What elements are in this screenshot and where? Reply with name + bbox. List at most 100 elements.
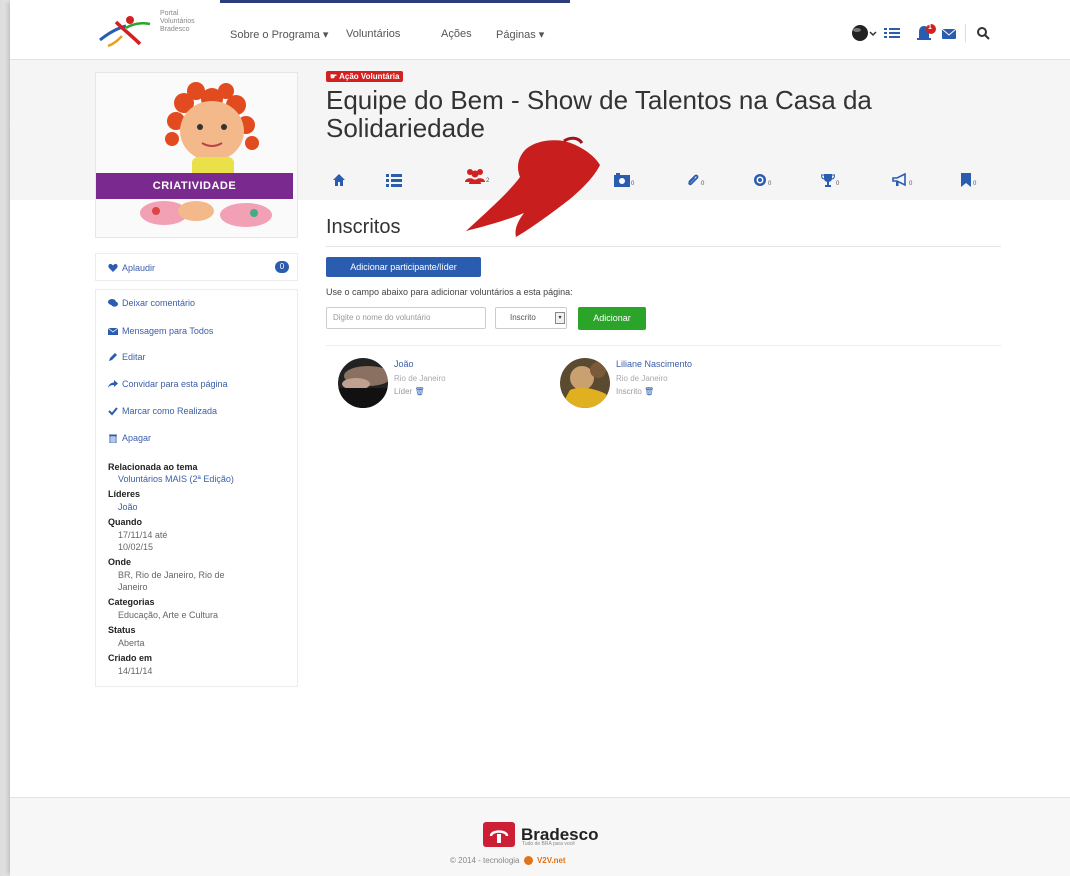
paperclip-icon xyxy=(688,174,699,186)
check-icon xyxy=(108,407,118,416)
action-edit[interactable]: Editar xyxy=(108,352,146,362)
home-icon xyxy=(333,174,345,186)
action-message-all[interactable]: Mensagem para Todos xyxy=(108,326,213,336)
member-role: Líder 🗑 xyxy=(394,387,425,396)
meta-categories-value: Educação, Arte e Cultura xyxy=(118,610,219,620)
page-type-badge: ☛ Ação Voluntária xyxy=(326,71,404,82)
meta-created-label: Criado em xyxy=(108,653,153,663)
comments-icon xyxy=(108,299,118,307)
tab-count: 0 xyxy=(631,181,635,187)
search-icon[interactable] xyxy=(965,24,990,42)
messages-envelope-icon[interactable] xyxy=(942,24,958,42)
meta-when-end: 10/02/15 xyxy=(118,542,154,552)
page-info-panel: Deixar comentário Mensagem para Todos Ed… xyxy=(95,289,298,687)
notification-count: 1 xyxy=(928,24,932,31)
page-cover-image: CRIATIVIDADE xyxy=(95,72,298,238)
pointing-hand-annotation xyxy=(466,136,600,237)
member-role: Inscrito 🗑 xyxy=(616,387,655,396)
cover-category-label: CRIATIVIDADE xyxy=(96,173,293,199)
applaud-count-badge: 0 xyxy=(275,261,289,273)
page-title: Equipe do Bem - Show de Talentos na Casa… xyxy=(326,85,872,143)
member-name[interactable]: João xyxy=(394,359,414,369)
megaphone-icon xyxy=(892,173,906,187)
member-city: Rio de Janeiro xyxy=(616,374,668,383)
browser-page: Portal Voluntários Bradesco Sobre o Prog… xyxy=(10,0,1070,876)
tab-count: 0 xyxy=(701,181,705,187)
member-name[interactable]: Liliane Nascimento xyxy=(616,359,692,369)
trash-icon[interactable]: 🗑 xyxy=(644,387,654,396)
meta-related-link[interactable]: Voluntários MAIS (2ª Edição) xyxy=(118,474,234,485)
bradesco-tagline: Tudo de BRA para você xyxy=(522,841,575,847)
meta-where-line1: BR, Rio de Janeiro, Rio de xyxy=(118,570,225,580)
action-mark-done[interactable]: Marcar como Realizada xyxy=(108,406,217,416)
meta-when-label: Quando xyxy=(108,517,142,527)
add-volunteer-help-text: Use o campo abaixo para adicionar volunt… xyxy=(326,287,573,297)
top-navbar: Portal Voluntários Bradesco Sobre o Prog… xyxy=(10,0,1070,60)
trash-icon[interactable]: 🗑 xyxy=(414,387,424,396)
meta-leader-link[interactable]: João xyxy=(118,502,138,513)
member-card: Liliane Nascimento Rio de Janeiro Inscri… xyxy=(560,358,780,408)
nav-paginas[interactable]: Páginas ▾ xyxy=(496,28,544,41)
tab-announcements[interactable]: 0 xyxy=(892,167,912,187)
meta-created-value: 14/11/14 xyxy=(118,666,153,676)
applaud-label: Aplaudir xyxy=(122,263,156,273)
avatar[interactable] xyxy=(338,358,388,408)
portal-logo-icon[interactable] xyxy=(92,14,156,48)
section-divider xyxy=(326,246,1001,247)
meta-when-start: 17/11/14 até xyxy=(118,530,168,540)
meta-status-label: Status xyxy=(108,625,136,635)
doll-illustration xyxy=(96,73,297,237)
tab-goals[interactable]: 0 xyxy=(753,167,771,187)
applaud-button[interactable]: Aplaudir xyxy=(108,263,155,273)
meta-where-label: Onde xyxy=(108,557,132,567)
share-arrow-icon xyxy=(108,380,118,388)
trophy-icon xyxy=(821,174,835,187)
add-volunteer-button[interactable]: Adicionar xyxy=(578,307,646,330)
avatar[interactable] xyxy=(560,358,610,408)
action-delete[interactable]: Apagar xyxy=(108,433,151,443)
meta-where-line2: Janeiro xyxy=(118,582,148,592)
v2v-link[interactable]: V2V.net xyxy=(537,856,566,865)
action-invite[interactable]: Convidar para esta página xyxy=(108,379,228,389)
tab-home[interactable] xyxy=(332,167,346,187)
tab-photos[interactable]: 0 xyxy=(614,167,634,187)
trash-icon xyxy=(109,434,117,443)
tab-count: 0 xyxy=(768,181,772,187)
nav-voluntarios[interactable]: Voluntários xyxy=(346,28,400,40)
tab-details[interactable] xyxy=(386,167,402,187)
bradesco-tree-icon xyxy=(483,822,515,847)
photo-icon xyxy=(614,173,630,187)
member-city: Rio de Janeiro xyxy=(394,374,446,383)
meta-status-value: Aberta xyxy=(118,638,145,648)
list-icon xyxy=(386,174,402,187)
tab-count: 0 xyxy=(909,181,913,187)
nav-acoes[interactable]: Ações xyxy=(441,28,472,40)
heart-icon xyxy=(108,263,118,272)
tab-attachments[interactable]: 0 xyxy=(686,167,704,187)
add-participant-button[interactable]: Adicionar participante/líder xyxy=(326,257,481,277)
tab-count: 0 xyxy=(836,181,840,187)
members-divider xyxy=(326,345,1001,346)
bookmark-icon xyxy=(961,173,971,187)
tab-achievements[interactable]: 0 xyxy=(821,167,839,187)
select-arrow-icon[interactable]: ▾ xyxy=(555,312,565,324)
active-nav-indicator xyxy=(220,0,570,3)
tab-count: 0 xyxy=(973,181,977,187)
volunteer-name-input[interactable]: Digite o nome do voluntário xyxy=(326,307,486,329)
pencil-icon xyxy=(109,353,117,361)
tab-bookmarks[interactable]: 0 xyxy=(960,167,976,187)
window-edge xyxy=(0,0,10,876)
meta-related-label: Relacionada ao tema xyxy=(108,462,198,472)
action-comment[interactable]: Deixar comentário xyxy=(108,298,195,308)
footer-copyright: © 2014 - tecnologia V2V.net xyxy=(450,856,566,866)
nav-sobre-programa[interactable]: Sobre o Programa ▾ xyxy=(230,28,328,41)
notifications-bell-icon[interactable]: 1 xyxy=(916,24,938,42)
meta-categories-label: Categorias xyxy=(108,597,155,607)
list-icon[interactable] xyxy=(884,24,900,42)
envelope-icon xyxy=(108,327,118,335)
section-title: Inscritos xyxy=(326,216,401,238)
user-avatar-menu[interactable] xyxy=(850,24,880,42)
target-icon xyxy=(754,174,766,186)
applaud-panel: Aplaudir 0 xyxy=(95,253,298,281)
v2v-logo-icon xyxy=(523,856,533,866)
